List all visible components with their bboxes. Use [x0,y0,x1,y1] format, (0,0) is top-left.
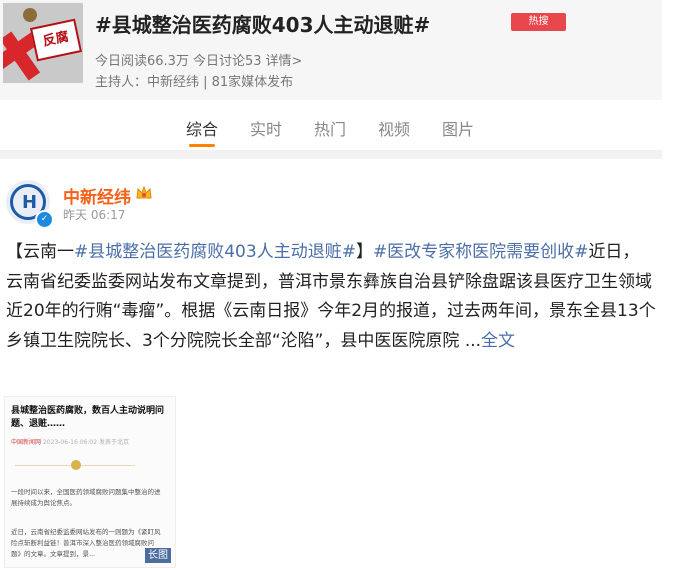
image-date: 2023-06-16 06:02 [42,439,98,446]
reads-count: 今日阅读66.3万 [95,54,189,69]
tab-all[interactable]: 综合 [186,116,218,140]
topic-stats: 今日阅读66.3万 今日讨论53 详情> [95,50,306,69]
long-image-badge: 长图 [145,548,171,563]
post-text-prefix: 【云南一 [6,242,74,262]
image-article-source: 中国新闻网 2023-06-16 06:02 发表于北京 [11,437,129,446]
thumbnail-figure [23,8,37,22]
tab-realtime[interactable]: 实时 [250,116,282,140]
tab-bar: 综合 实时 热门 视频 图片 [0,100,662,150]
hot-badge: 热搜 [511,13,566,31]
post-time: 昨天 06:17 [63,208,126,222]
tab-images[interactable]: 图片 [442,116,474,140]
active-tab-indicator [189,144,215,147]
thumbnail-text: 反腐 [41,29,71,50]
crown-icon [136,185,152,199]
hashtag-link[interactable]: #县城整治医药腐败403人主动退赃# [74,242,356,262]
image-ornament [71,460,81,470]
discussions-count: 今日讨论53 [192,54,262,69]
details-link[interactable]: 详情> [266,54,303,69]
topic-title: #县城整治医药腐败403人主动退赃# [95,13,431,37]
image-source-name: 中国新闻网 [11,439,42,446]
topic-header: 反腐 #县城整治医药腐败403人主动退赃# 热搜 今日阅读66.3万 今日讨论53… [0,0,662,100]
thumbnail-board: 反腐 [29,18,83,62]
post-text-bracket: 】 [355,242,373,262]
section-divider [0,150,662,159]
topic-host: 主持人：中新经纬 | 81家媒体发布 [95,75,294,90]
post-text: 【云南一#县城整治医药腐败403人主动退赃#】#医改专家称医院需要创收#近日，云… [6,238,656,356]
image-location: 发表于北京 [98,439,129,446]
author-name[interactable]: 中新经纬 [63,183,131,208]
image-paragraph: 近日，云南省纪委监委网站发布的一则题为《紧盯风险点斩断利益链！普洱市深入整治医药… [11,528,161,558]
hashtag-link[interactable]: #医改专家称医院需要创收# [373,242,589,262]
avatar-logo-mark: H [22,192,38,213]
tab-hot[interactable]: 热门 [314,116,346,140]
post-image[interactable]: 县城整治医药腐败，数百人主动说明问题、退赃…… 中国新闻网 2023-06-16… [4,396,176,568]
image-article-title: 县城整治医药腐败，数百人主动说明问题、退赃…… [11,406,165,429]
topic-thumbnail[interactable]: 反腐 [3,3,83,83]
full-text-link[interactable]: 全文 [481,331,515,351]
verified-icon: ✓ [35,210,54,229]
image-paragraph: 一段时间以来，全国医药领域腐败问题集中整治的进展持续成为舆论焦点。 [11,488,161,507]
tab-video[interactable]: 视频 [378,116,410,140]
